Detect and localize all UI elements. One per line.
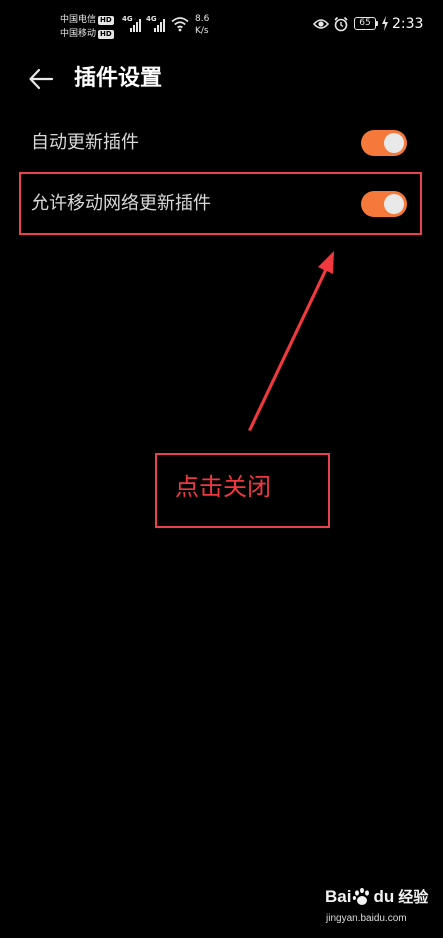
battery-level: 65 [359,18,371,28]
battery-tip [376,21,378,26]
wifi-icon [171,17,189,32]
network-speed-unit: K/s [195,26,209,36]
setting-label: 自动更新插件 [31,132,139,153]
battery-icon: 65 [354,17,376,30]
setting-row-auto-update[interactable]: 自动更新插件 [0,115,443,171]
network-type-label: 4G [146,15,157,23]
watermark-brand-jingyan: 经验 [398,888,429,906]
carrier-name-2: 中国移动 [60,29,97,39]
eye-icon [313,19,329,29]
carrier-line-2: 中国移动 HD [60,27,120,41]
watermark-brand-du: du [373,887,395,906]
carrier-line-1: 中国电信 HD [60,13,120,27]
network-speed-value: 8.6 [195,14,210,24]
baidu-jingyan-watermark: Bai du 经验 jingyan.baidu.com [325,884,435,930]
watermark-logo: Bai du 经验 [325,884,428,910]
charging-icon [382,16,388,31]
watermark-url: jingyan.baidu.com [326,913,407,924]
toggle-knob [384,133,404,153]
signal-icon: 4G [122,15,144,33]
hd-badge: HD [98,29,114,39]
callout-text: 点击关闭 [175,473,271,501]
signal-icon: 4G [146,15,168,33]
carrier-info: 中国电信 HD 中国移动 HD [60,13,120,41]
baidu-paw-icon [353,887,370,905]
highlight-box [19,172,422,235]
back-button[interactable] [24,62,58,96]
page-title: 插件设置 [74,66,163,91]
status-bar: 中国电信 HD 中国移动 HD 4G 4G 8.6 K/s 65 2:33 [0,0,443,50]
status-time: 2:33 [392,16,424,32]
auto-update-toggle[interactable] [361,130,407,156]
watermark-brand-bai: Bai [325,887,352,906]
hd-badge: HD [98,15,114,25]
network-type-label: 4G [122,15,133,23]
callout-box: 点击关闭 [155,453,330,528]
back-arrow-icon [29,68,54,90]
network-speed: 8.6 K/s [195,13,219,37]
alarm-icon [334,16,348,32]
carrier-name-1: 中国电信 [60,15,97,25]
